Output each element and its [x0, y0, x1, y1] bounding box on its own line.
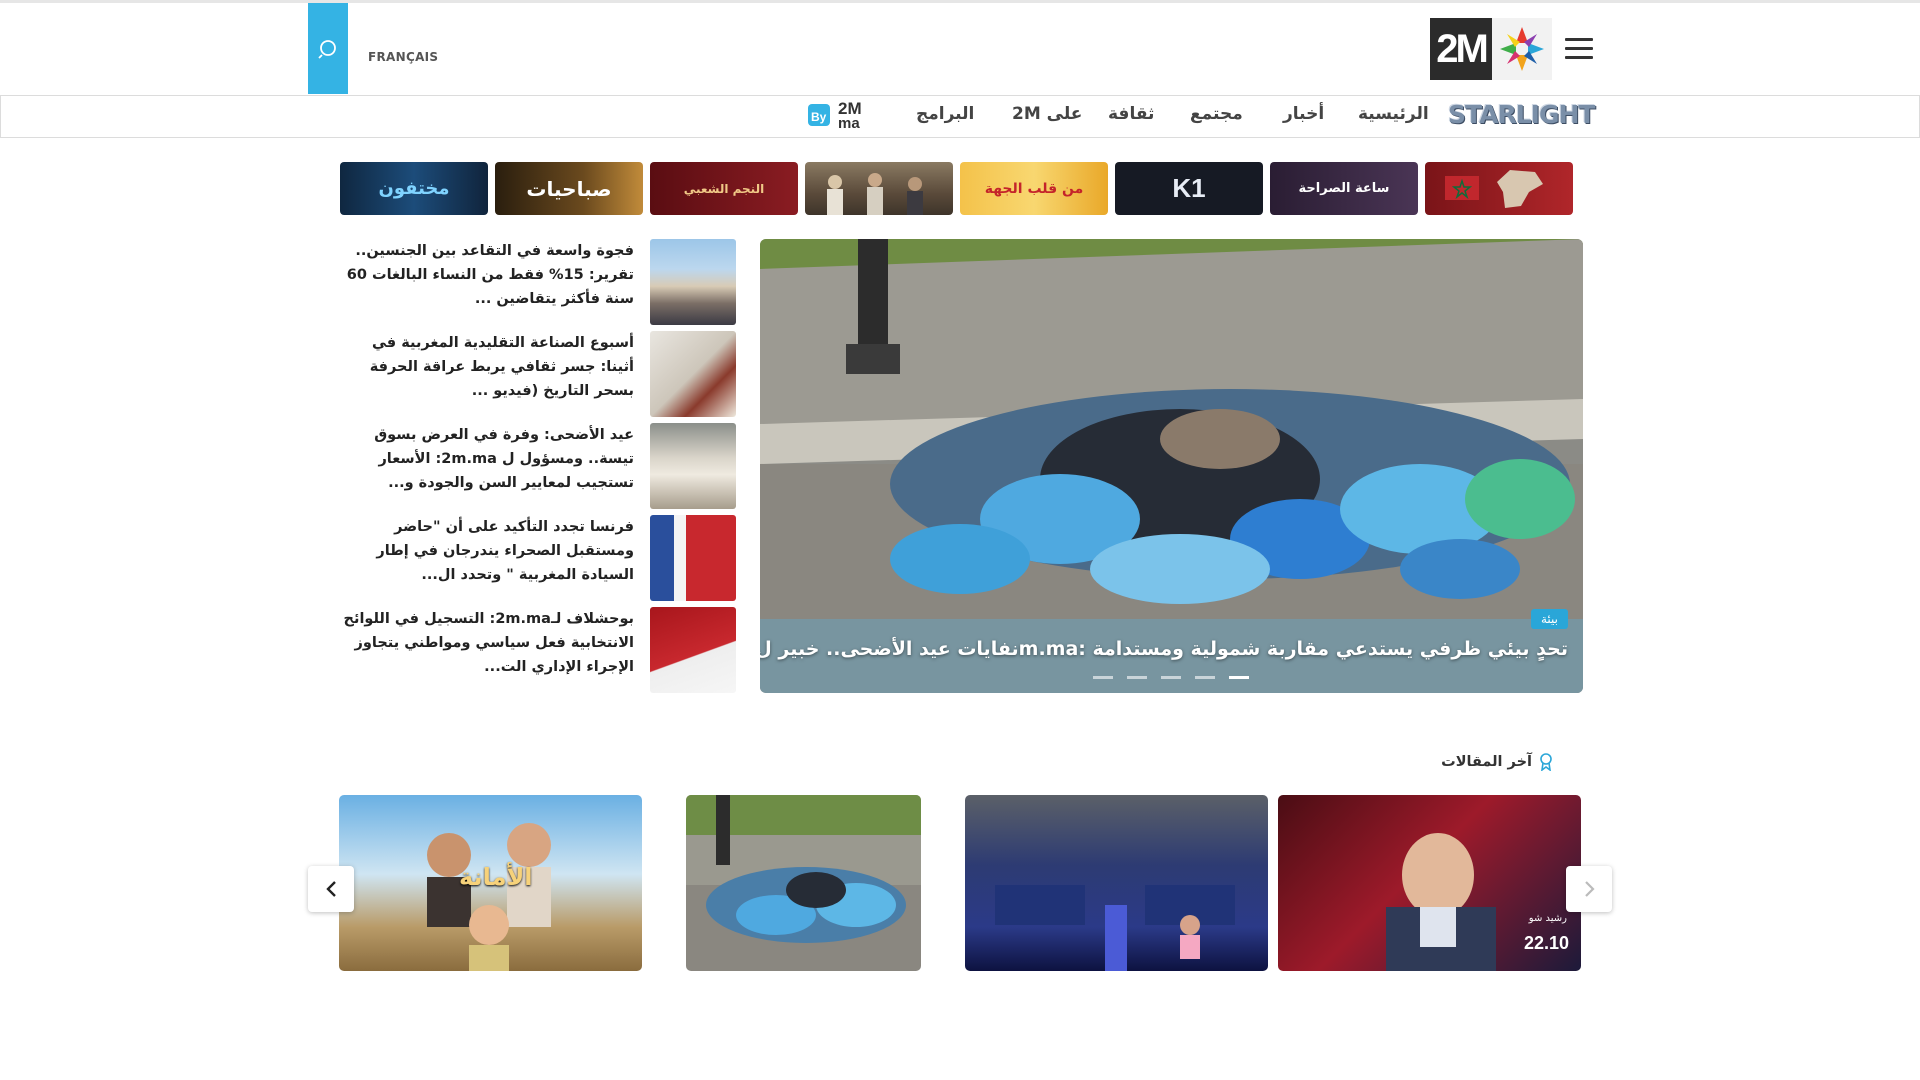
program-tile-k1[interactable]: K1	[1115, 162, 1263, 215]
nav-item-news[interactable]: أخبار	[1283, 104, 1324, 124]
side-news-item[interactable]: عيد الأضحى: وفرة في العرض بسوق تيسة.. وم…	[340, 423, 736, 509]
program-image	[827, 173, 923, 215]
search-icon	[318, 39, 336, 59]
program-label: K1	[1172, 173, 1206, 203]
hero-title[interactable]: تحدٍ بيئي ظرفي يستدعي مقاربة شمولية ومست…	[760, 638, 1568, 660]
article-card[interactable]	[686, 795, 921, 971]
nav-item-home[interactable]: الرئيسية	[1358, 104, 1429, 124]
news-thumbnail	[650, 607, 736, 693]
site-logo[interactable]: 2M	[1430, 18, 1552, 80]
carousel-prev-button[interactable]	[308, 866, 354, 912]
chevron-left-icon	[326, 881, 336, 897]
menu-icon[interactable]	[1565, 38, 1593, 60]
nav-item-on-2m[interactable]: على 2M	[1012, 104, 1082, 124]
nav-item-society[interactable]: مجتمع	[1190, 104, 1243, 124]
program-tile-mokhtafoun[interactable]: مختفون	[340, 162, 488, 215]
side-news-item[interactable]: بوحشلاف لـ2m.ma: التسجيل في اللوائح الان…	[340, 607, 736, 693]
slider-dot[interactable]	[1161, 676, 1181, 679]
starlight-logo[interactable]: STARLIGHT	[1448, 100, 1595, 129]
article-card[interactable]	[965, 795, 1268, 971]
slider-dot[interactable]	[1093, 676, 1113, 679]
hero-category-badge[interactable]: بيئة	[1530, 609, 1568, 629]
news-title[interactable]: بوحشلاف لـ2m.ma: التسجيل في اللوائح الان…	[342, 607, 634, 679]
news-thumbnail	[650, 239, 736, 325]
article-image	[995, 885, 1235, 971]
logo-star-icon	[1492, 18, 1552, 80]
program-label: مختفون	[378, 178, 450, 199]
logo-2m-text: 2M	[1430, 18, 1492, 80]
slider-dots	[1093, 676, 1249, 679]
slider-dot-active[interactable]	[1229, 676, 1249, 679]
svg-text:By: By	[811, 110, 827, 124]
slider-dot[interactable]	[1195, 676, 1215, 679]
article-image	[686, 795, 921, 943]
by-2m-logo[interactable]: By 2M ma	[808, 96, 878, 130]
latest-articles-heading: آخر المقالات	[1441, 753, 1554, 771]
card-overlay-text: رشيد شو	[1528, 913, 1567, 924]
morocco-map-icon	[1445, 170, 1543, 208]
side-news-item[interactable]: فرنسا تجدد التأكيد على أن "حاضر ومستقبل …	[340, 515, 736, 601]
news-thumbnail	[650, 423, 736, 509]
news-thumbnail	[650, 515, 736, 601]
program-tile-morocco[interactable]	[1425, 162, 1573, 215]
side-news-item[interactable]: فجوة واسعة في التقاعد بين الجنسين.. تقري…	[340, 239, 736, 325]
news-thumbnail	[650, 331, 736, 417]
card-badge: 22.10	[1523, 933, 1569, 953]
news-title[interactable]: أسبوع الصناعة التقليدية المغربية في أثين…	[342, 331, 634, 403]
program-tile-saat-saraha[interactable]: ساعة الصراحة	[1270, 162, 1418, 215]
svg-text:ma: ma	[838, 115, 860, 130]
hero-slider[interactable]: بيئة تحدٍ بيئي ظرفي يستدعي مقاربة شمولية…	[760, 239, 1583, 693]
program-tile-men-qalb-jiha[interactable]: من قلب الجهة	[960, 162, 1108, 215]
nav-item-culture[interactable]: ثقافة	[1108, 104, 1154, 124]
program-tile-people[interactable]	[805, 162, 953, 215]
hero-image	[760, 239, 1583, 693]
chevron-right-icon	[1585, 881, 1595, 897]
news-title[interactable]: فجوة واسعة في التقاعد بين الجنسين.. تقري…	[342, 239, 634, 311]
program-tile-sabahiyat[interactable]: صباحيات	[495, 162, 643, 215]
news-title[interactable]: فرنسا تجدد التأكيد على أن "حاضر ومستقبل …	[342, 515, 634, 587]
slider-dot[interactable]	[1127, 676, 1147, 679]
article-card[interactable]: رشيد شو 22.10	[1278, 795, 1581, 971]
latest-articles-label: آخر المقالات	[1441, 754, 1532, 770]
award-icon	[1540, 753, 1552, 771]
side-news-item[interactable]: أسبوع الصناعة التقليدية المغربية في أثين…	[340, 331, 736, 417]
article-card[interactable]: الأمانة	[339, 795, 642, 971]
program-label: من قلب الجهة	[984, 180, 1084, 197]
program-tile-najm-chaabi[interactable]: النجم الشعبي	[650, 162, 798, 215]
carousel-next-button[interactable]	[1566, 866, 1612, 912]
search-button[interactable]	[308, 3, 348, 94]
program-label: النجم الشعبي	[683, 181, 765, 196]
card-overlay-text: الأمانة	[459, 863, 533, 891]
top-border	[0, 0, 1920, 3]
language-link[interactable]: FRANÇAIS	[368, 50, 438, 64]
news-title[interactable]: عيد الأضحى: وفرة في العرض بسوق تيسة.. وم…	[342, 423, 634, 495]
program-label: ساعة الصراحة	[1298, 181, 1390, 196]
nav-item-programs[interactable]: البرامج	[916, 104, 974, 124]
program-label: صباحيات	[526, 176, 612, 201]
